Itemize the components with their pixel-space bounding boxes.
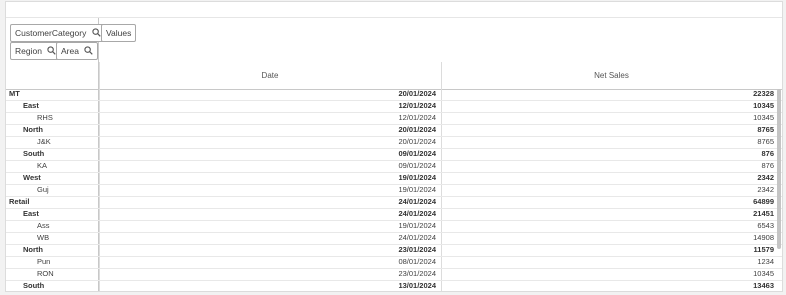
date-column-header[interactable]: Date xyxy=(99,62,441,90)
customer-category-filter-chip[interactable]: CustomerCategory xyxy=(10,24,106,42)
date-cell: 19/01/2024 xyxy=(398,185,436,194)
date-cell: 09/01/2024 xyxy=(398,149,436,158)
date-cell: 08/01/2024 xyxy=(398,257,436,266)
net-sales-cell: 2342 xyxy=(757,185,774,194)
row-label[interactable]: South xyxy=(23,280,44,291)
region-label: Region xyxy=(15,46,42,56)
corner-header-cell xyxy=(6,62,99,90)
date-cell: 12/01/2024 xyxy=(398,101,436,110)
row-label[interactable]: Guj xyxy=(37,184,49,196)
date-cell: 12/01/2024 xyxy=(398,113,436,122)
date-cell: 19/01/2024 xyxy=(398,173,436,182)
area-label: Area xyxy=(61,46,79,56)
row-label[interactable]: J&K xyxy=(37,136,51,148)
row-label[interactable]: Pun xyxy=(37,256,50,268)
net-sales-cell: 2342 xyxy=(757,173,774,182)
row-label[interactable]: Ass xyxy=(37,220,50,232)
customer-category-label: CustomerCategory xyxy=(15,28,87,38)
values-label: Values xyxy=(106,28,132,38)
net-sales-cell: 10345 xyxy=(753,113,774,122)
net-sales-cell: 10345 xyxy=(753,101,774,110)
net-sales-cell: 21451 xyxy=(753,209,774,218)
date-cell: 23/01/2024 xyxy=(398,245,436,254)
net-sales-cell: 1234 xyxy=(757,257,774,266)
net-sales-cell: 8765 xyxy=(757,125,774,134)
row-label[interactable]: North xyxy=(23,124,43,136)
row-label[interactable]: East xyxy=(23,100,39,112)
vertical-scrollbar[interactable] xyxy=(777,89,781,249)
search-icon[interactable] xyxy=(47,46,57,55)
net-sales-cell: 11579 xyxy=(753,245,774,254)
date-cell: 23/01/2024 xyxy=(398,269,436,278)
row-label[interactable]: East xyxy=(23,208,39,220)
row-label[interactable]: KA xyxy=(37,160,47,172)
area-filter-chip[interactable]: Area xyxy=(56,42,99,60)
table-row[interactable]: South 13/01/2024 13463 xyxy=(6,280,782,291)
search-icon[interactable] xyxy=(84,46,94,55)
date-cell: 24/01/2024 xyxy=(398,233,436,242)
date-cell: 20/01/2024 xyxy=(398,125,436,134)
date-cell: 24/01/2024 xyxy=(398,197,436,206)
date-cell: 20/01/2024 xyxy=(398,137,436,146)
net-sales-cell: 876 xyxy=(761,161,774,170)
search-icon[interactable] xyxy=(92,28,101,37)
row-label[interactable]: WB xyxy=(37,232,49,244)
net-sales-cell: 6543 xyxy=(757,221,774,230)
net-sales-cell: 13463 xyxy=(753,281,774,290)
row-label[interactable]: RON xyxy=(37,268,54,280)
net-sales-column-header[interactable]: Net Sales xyxy=(441,62,782,90)
row-label[interactable]: North xyxy=(23,244,43,256)
net-sales-cell: 14908 xyxy=(753,233,774,242)
net-sales-cell: 8765 xyxy=(757,137,774,146)
row-label[interactable]: West xyxy=(23,172,41,184)
date-cell: 13/01/2024 xyxy=(398,281,436,290)
date-cell: 20/01/2024 xyxy=(398,89,436,98)
values-chip[interactable]: Values xyxy=(101,24,137,42)
net-sales-cell: 22328 xyxy=(753,89,774,98)
net-sales-cell: 64899 xyxy=(753,197,774,206)
panel-header-strip xyxy=(6,2,782,18)
row-label[interactable]: Retail xyxy=(9,196,29,208)
net-sales-cell: 10345 xyxy=(753,269,774,278)
pivot-table-panel: CustomerCategory Region Area Values Date… xyxy=(5,1,783,292)
row-label[interactable]: RHS xyxy=(37,112,53,124)
pivot-body: MT 20/01/2024 22328 East 12/01/2024 10345 RH… xyxy=(6,88,782,291)
net-sales-cell: 876 xyxy=(761,149,774,158)
row-label[interactable]: South xyxy=(23,148,44,160)
date-cell: 09/01/2024 xyxy=(398,161,436,170)
row-label[interactable]: MT xyxy=(9,88,20,100)
region-filter-chip[interactable]: Region xyxy=(10,42,62,60)
date-cell: 19/01/2024 xyxy=(398,221,436,230)
date-cell: 24/01/2024 xyxy=(398,209,436,218)
